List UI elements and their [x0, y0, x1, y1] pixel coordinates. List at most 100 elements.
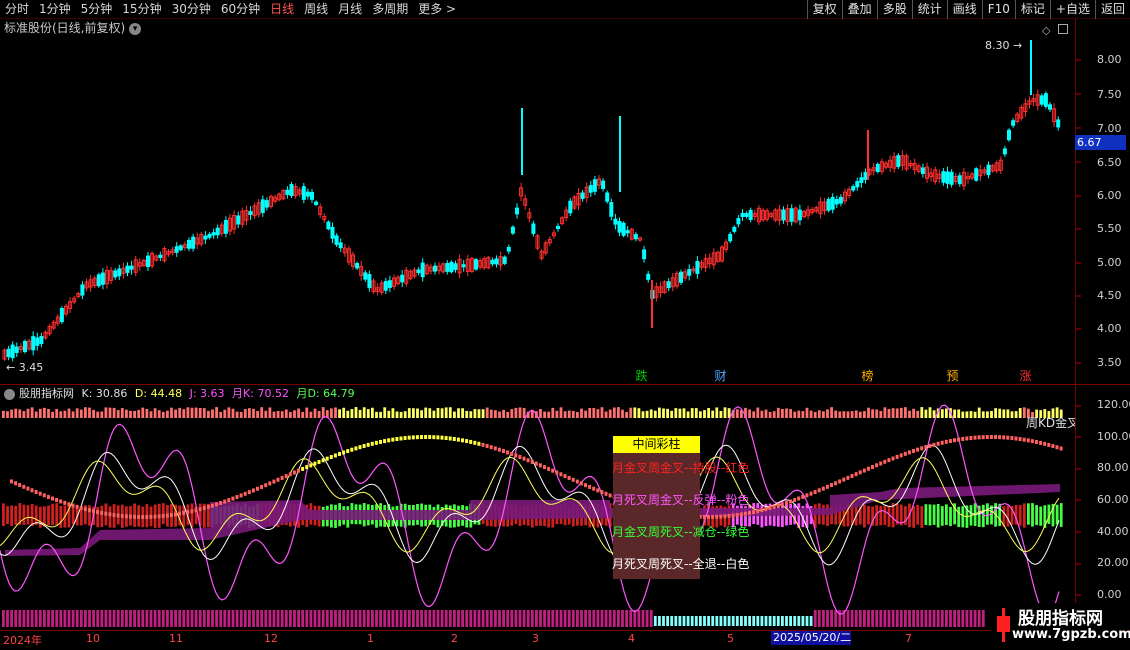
step-dot — [362, 443, 366, 448]
signal-bar-bottom — [75, 610, 79, 627]
step-dot — [124, 514, 128, 519]
signal-bar-top — [309, 411, 313, 418]
signal-bar-bottom — [284, 610, 288, 627]
event-marker-forecast[interactable]: 预 — [945, 369, 960, 384]
step-dot — [903, 451, 907, 456]
signal-bar-top — [649, 409, 653, 418]
signal-column — [1059, 503, 1063, 527]
signal-bar-bottom — [55, 610, 59, 627]
signal-bar-top — [412, 408, 415, 418]
event-marker-fall[interactable]: 跌 — [634, 369, 649, 384]
signal-bar-top — [231, 408, 235, 418]
watermark-logo-icon — [997, 608, 1010, 642]
signal-bar-top — [834, 410, 838, 418]
signal-bar-top — [71, 411, 75, 418]
step-dot — [1026, 438, 1030, 443]
signal-bar-top — [334, 407, 337, 418]
chevron-down-icon[interactable]: ▾ — [129, 22, 142, 35]
step-dot — [415, 435, 419, 440]
signal-column — [928, 504, 932, 526]
signal-bar-top — [362, 407, 366, 418]
signal-bar-bottom — [895, 610, 899, 627]
candle-body — [129, 265, 134, 270]
signal-bar-top — [14, 408, 18, 418]
signal-bar-bottom — [621, 610, 624, 627]
event-marker-rank[interactable]: 榜 — [860, 369, 875, 384]
signal-bar-top — [957, 409, 961, 418]
step-dot — [719, 514, 723, 519]
indicator-title[interactable]: 股朋指标网 K: 30.86 D: 44.48 J: 3.63 月K: 70.5… — [4, 386, 355, 402]
signal-bar-top — [112, 407, 116, 418]
signal-bar-bottom — [506, 610, 510, 627]
signal-bar-top — [760, 410, 764, 418]
step-dot — [940, 440, 944, 445]
candle-body — [613, 218, 618, 225]
signal-bar-top — [891, 408, 895, 418]
step-dot — [563, 474, 567, 479]
axis-divider — [1075, 19, 1076, 649]
signal-bar-top — [817, 410, 821, 418]
candle-body — [203, 235, 208, 240]
signal-bar-bottom — [670, 616, 674, 626]
step-dot — [784, 500, 788, 505]
signal-bar-top — [658, 407, 661, 418]
signal-bar-bottom — [6, 610, 9, 627]
signal-bar-top — [723, 407, 727, 418]
signal-bar-bottom — [707, 616, 710, 626]
signal-bar-top — [305, 407, 309, 418]
indicator-menu-icon[interactable] — [4, 388, 15, 400]
signal-bar-top — [223, 409, 227, 418]
step-dot — [67, 502, 71, 507]
signal-bar-bottom — [571, 610, 575, 627]
candle-body — [125, 265, 130, 273]
signal-column — [190, 503, 194, 528]
step-dot — [297, 468, 300, 473]
step-dot — [547, 466, 551, 471]
step-dot — [604, 491, 608, 496]
candle-body — [580, 192, 585, 200]
signal-bar-top — [986, 411, 989, 418]
square-icon[interactable] — [1058, 24, 1068, 34]
signal-bar-top — [47, 408, 50, 418]
kline-chart-canvas[interactable] — [0, 0, 1130, 650]
step-dot — [268, 481, 272, 486]
step-dot — [63, 500, 67, 505]
signal-bar-top — [867, 407, 870, 418]
signal-bar-top — [883, 407, 887, 418]
signal-column — [100, 505, 104, 527]
step-dot — [313, 461, 317, 466]
signal-bar-bottom — [711, 616, 715, 626]
signal-bar-top — [621, 409, 624, 418]
candle-body — [14, 346, 19, 353]
signal-bar-top — [248, 408, 251, 418]
step-dot — [977, 435, 981, 440]
signal-bar-top — [703, 410, 706, 418]
candle-body — [605, 192, 610, 202]
candle-body — [248, 211, 253, 216]
signal-bar-bottom — [694, 616, 698, 626]
step-dot — [567, 475, 571, 480]
signal-bar-bottom — [817, 610, 821, 627]
event-marker-finance[interactable]: 财 — [713, 369, 728, 384]
price-panel-title[interactable]: 标准股份(日线,前复权) ▾ — [4, 20, 142, 37]
signal-bar-bottom — [10, 610, 13, 627]
candle-body — [736, 218, 741, 225]
signal-bar-top — [871, 409, 874, 418]
price-y-label: 6.50 — [1097, 156, 1122, 169]
event-marker-rise[interactable]: 涨 — [1018, 369, 1033, 384]
signal-bar-bottom — [125, 610, 128, 627]
signal-bar-bottom — [830, 610, 833, 627]
step-dot — [210, 503, 214, 508]
signal-bar-bottom — [600, 610, 604, 627]
step-dot — [1006, 435, 1010, 440]
timeline-label: 5 — [727, 632, 734, 645]
signal-bar-top — [953, 409, 956, 418]
step-dot — [776, 503, 780, 508]
candle-body — [191, 236, 196, 249]
signal-bar-top — [576, 411, 579, 418]
step-dot — [198, 507, 202, 512]
signal-bar-top — [436, 407, 440, 418]
step-dot — [772, 504, 776, 509]
diamond-icon[interactable]: ◇ — [1042, 24, 1050, 37]
signal-column — [6, 506, 9, 525]
